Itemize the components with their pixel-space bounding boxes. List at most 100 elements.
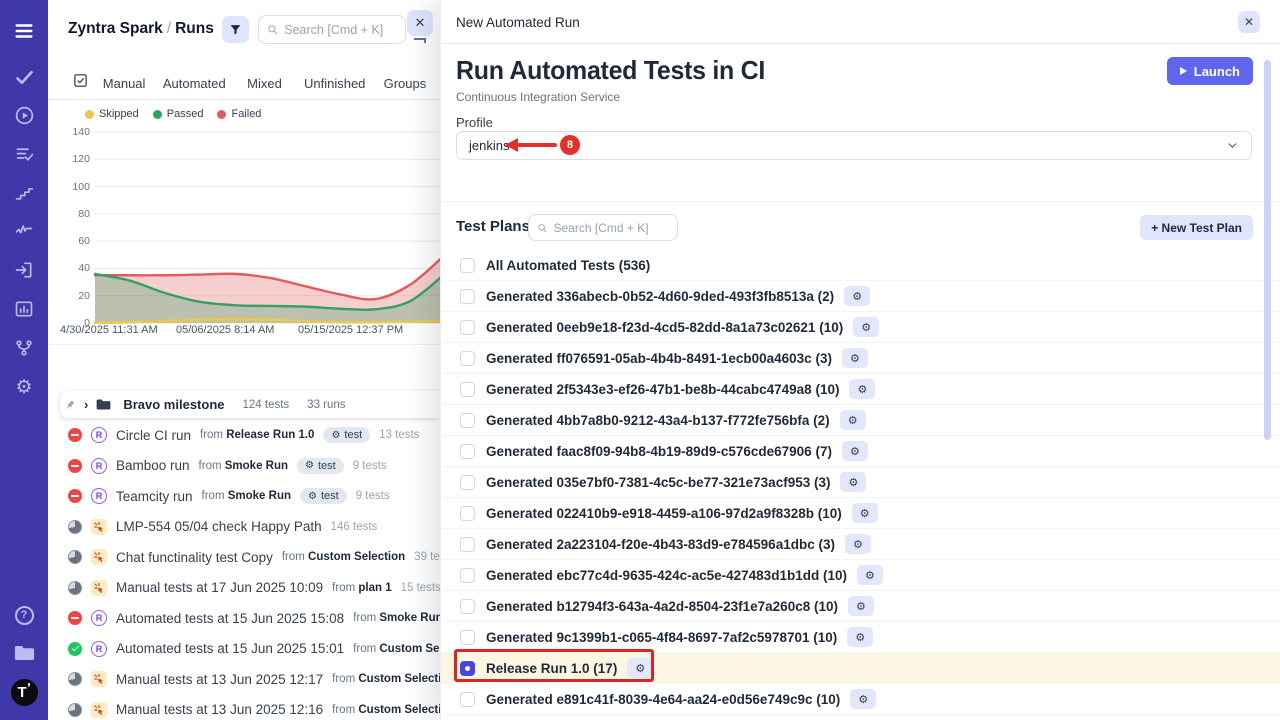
checkbox[interactable] (460, 289, 475, 304)
run-row[interactable]: RCircle CI runfrom Release Run 1.0⚙test1… (48, 420, 440, 451)
run-name[interactable]: Automated tests at 15 Jun 2025 15:08 (116, 611, 344, 626)
sidebar-item-settings-gear[interactable]: ⚙ (0, 370, 48, 404)
run-row[interactable]: Manual tests at 13 Jun 2025 12:17from Cu… (48, 664, 440, 695)
test-plan-settings-button[interactable]: ⚙ (848, 596, 874, 616)
checkbox[interactable] (460, 351, 475, 366)
run-row[interactable]: Chat functinality test Copyfrom Custom S… (48, 542, 440, 573)
test-plan-settings-button[interactable]: ⚙ (849, 379, 875, 399)
run-row[interactable]: RBamboo runfrom Smoke Run⚙test9 tests (48, 451, 440, 482)
test-plan-settings-button[interactable]: ⚙ (840, 410, 866, 430)
test-plan-row[interactable]: Generated 2a223104-f20e-4b43-83d9-e78459… (441, 529, 1280, 560)
test-plan-settings-button[interactable]: ⚙ (842, 348, 868, 368)
run-row[interactable]: RAutomated tests at 15 Jun 2025 15:08fro… (48, 603, 440, 634)
test-plan-row[interactable]: Generated 022410b9-e918-4459-a106-97d2a9… (441, 498, 1280, 529)
checkbox[interactable] (460, 537, 475, 552)
run-name[interactable]: Teamcity run (116, 489, 193, 504)
sidebar-item-check-tasks[interactable] (0, 60, 48, 94)
test-plan-row[interactable]: Generated 035e7bf0-7381-4c5c-be77-321e73… (441, 467, 1280, 498)
test-plan-row[interactable]: Generated faac8f09-94b8-4b19-89d9-c576cd… (441, 436, 1280, 467)
checkbox[interactable] (460, 258, 475, 273)
tab-unfinished[interactable]: Unfinished (300, 76, 370, 91)
sidebar-item-run-play[interactable] (0, 98, 48, 132)
sidebar-item-help[interactable]: ? (0, 598, 48, 632)
checkbox-checked[interactable] (460, 661, 475, 676)
run-test-badge[interactable]: ⚙test (300, 488, 347, 504)
sidebar-item-projects-folder[interactable] (0, 636, 48, 670)
sidebar-item-reports[interactable] (0, 292, 48, 326)
test-plan-settings-button[interactable]: ⚙ (840, 472, 866, 492)
sidebar-item-branches[interactable] (0, 331, 48, 365)
tab-groups[interactable]: Groups (370, 76, 440, 91)
run-test-badge[interactable]: ⚙test (297, 458, 344, 474)
checkbox[interactable] (460, 444, 475, 459)
sidebar-item-menu[interactable] (0, 14, 48, 48)
test-plan-settings-button[interactable]: ⚙ (847, 627, 873, 647)
run-name[interactable]: LMP-554 05/04 check Happy Path (116, 519, 322, 534)
checkbox[interactable] (460, 599, 475, 614)
test-plan-settings-button[interactable]: ⚙ (857, 565, 883, 585)
sidebar-item-pulse[interactable] (0, 214, 48, 248)
sidebar-item-import[interactable] (0, 253, 48, 287)
checkbox[interactable] (460, 320, 475, 335)
run-name[interactable]: Manual tests at 13 Jun 2025 12:17 (116, 672, 323, 687)
drawer-scrollbar-thumb[interactable] (1264, 60, 1271, 440)
test-plan-row[interactable]: Generated 336abecb-0b52-4d60-9ded-493f3f… (441, 281, 1280, 312)
test-plan-settings-button[interactable]: ⚙ (850, 689, 876, 709)
launch-button[interactable]: Launch (1167, 57, 1253, 85)
test-plan-settings-button[interactable]: ⚙ (853, 317, 879, 337)
tab-manual[interactable]: Manual (89, 76, 159, 91)
run-row[interactable]: Manual tests at 13 Jun 2025 12:16from Cu… (48, 695, 440, 720)
breadcrumb-project[interactable]: Zyntra Spark (68, 20, 163, 37)
run-name[interactable]: Manual tests at 13 Jun 2025 12:16 (116, 702, 323, 717)
test-plan-row[interactable]: Generated 4bb7a8b0-9212-43a4-b137-f772fe… (441, 405, 1280, 436)
run-name[interactable]: Manual tests at 17 Jun 2025 10:09 (116, 580, 323, 595)
new-test-plan-button[interactable]: + New Test Plan (1140, 215, 1253, 240)
test-plan-settings-button[interactable]: ⚙ (627, 658, 653, 678)
test-plan-row-selected[interactable]: Release Run 1.0 (17)⚙ (441, 653, 1280, 684)
run-source: from Smoke Run (353, 612, 440, 624)
test-plan-row[interactable]: Generated b12794f3-643a-4a2d-8504-23f1e7… (441, 591, 1280, 622)
select-all-icon[interactable] (72, 72, 89, 94)
filter-button[interactable] (222, 16, 249, 43)
test-plan-row[interactable]: Generated 2f5343e3-ef26-47b1-be8b-44cabc… (441, 374, 1280, 405)
checkbox[interactable] (460, 692, 475, 707)
run-row[interactable]: Manual tests at 17 Jun 2025 10:09from pl… (48, 573, 440, 604)
test-plan-row[interactable]: Generated ff076591-05ab-4b4b-8491-1ecb00… (441, 343, 1280, 374)
run-name[interactable]: Circle CI run (116, 428, 191, 443)
runs-search-input[interactable] (284, 23, 397, 37)
run-row[interactable]: RAutomated tests at 15 Jun 2025 15:01fro… (48, 634, 440, 665)
test-plan-row[interactable]: Generated e891c41f-8039-4e64-aa24-e0d56e… (441, 684, 1280, 715)
checkbox[interactable] (460, 506, 475, 521)
checkbox[interactable] (460, 630, 475, 645)
test-plan-row[interactable]: Generated ebc77c4d-9635-424c-ac5e-427483… (441, 560, 1280, 591)
drawer-close-button[interactable]: ✕ (1238, 11, 1260, 33)
test-plan-settings-button[interactable]: ⚙ (852, 503, 878, 523)
test-plan-settings-button[interactable]: ⚙ (844, 286, 870, 306)
run-name[interactable]: Bamboo run (116, 458, 190, 473)
sidebar-item-steps[interactable] (0, 176, 48, 210)
checkbox[interactable] (460, 413, 475, 428)
run-name[interactable]: Automated tests at 15 Jun 2025 15:01 (116, 641, 344, 656)
checkbox[interactable] (460, 475, 475, 490)
sidebar-item-app-logo[interactable]: T❜ (0, 675, 48, 709)
test-plan-settings-button[interactable]: ⚙ (842, 441, 868, 461)
test-plan-row[interactable]: Generated 0eeb9e18-f23d-4cd5-82dd-8a1a73… (441, 312, 1280, 343)
checkbox[interactable] (460, 382, 475, 397)
test-plans-search[interactable] (528, 214, 678, 241)
runs-search[interactable] (258, 15, 406, 44)
sidebar-item-test-list[interactable] (0, 137, 48, 171)
tab-automated[interactable]: Automated (159, 76, 229, 91)
tab-mixed[interactable]: Mixed (229, 76, 299, 91)
run-row[interactable]: LMP-554 05/04 check Happy Path146 tests (48, 512, 440, 543)
test-plan-settings-button[interactable]: ⚙ (845, 534, 871, 554)
close-panel-button[interactable]: ✕ (407, 10, 433, 36)
test-plan-row[interactable]: Generated 9c1399b1-c065-4f84-8697-7af2c5… (441, 622, 1280, 653)
expand-chevron-icon[interactable]: › (84, 397, 88, 412)
run-name[interactable]: Chat functinality test Copy (116, 550, 273, 565)
test-plan-row[interactable]: All Automated Tests (536) (441, 250, 1280, 281)
milestone-row[interactable]: › Bravo milestone 124 tests 33 runs (60, 391, 440, 418)
run-row[interactable]: RTeamcity runfrom Smoke Run⚙test9 tests (48, 481, 440, 512)
test-plans-search-input[interactable] (554, 221, 670, 235)
run-test-badge[interactable]: ⚙test (323, 427, 370, 443)
checkbox[interactable] (460, 568, 475, 583)
